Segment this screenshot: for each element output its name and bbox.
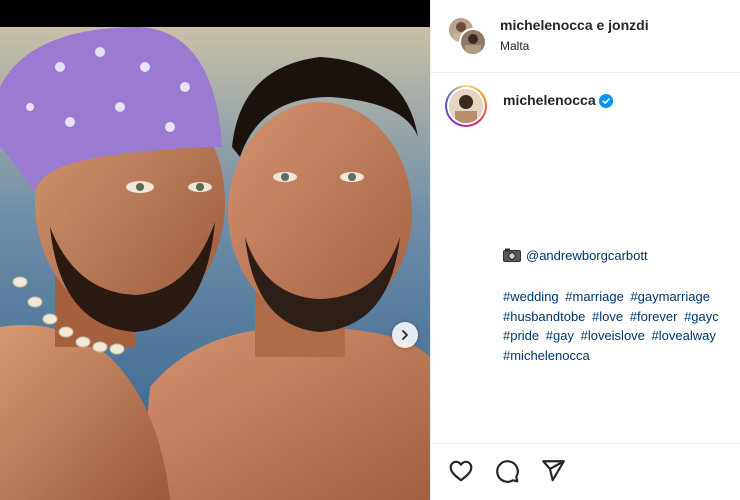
hashtag-line: #michelenocca <box>503 346 740 366</box>
hashtag-line: #wedding #marriage #gaymarriage <box>503 287 740 307</box>
comment-icon <box>496 460 519 483</box>
post-authors[interactable]: michelenocca e jonzdi <box>500 17 649 33</box>
like-button[interactable] <box>447 457 475 485</box>
author-username[interactable]: michelenocca <box>503 92 596 108</box>
post-photo[interactable] <box>0 27 430 500</box>
camera-icon <box>503 248 521 262</box>
post-header: michelenocca e jonzdi Malta <box>431 0 740 73</box>
post-image-illustration <box>0 27 430 500</box>
hashtag-link[interactable]: #gay <box>546 328 574 343</box>
hashtag-link[interactable]: #marriage <box>565 289 624 304</box>
story-ring[interactable] <box>445 85 487 127</box>
photo-credit: @andrewborgcarbott <box>503 248 648 263</box>
caption-author-row: michelenocca <box>431 85 740 129</box>
hashtag-link[interactable]: #michelenocca <box>503 348 590 363</box>
hashtag-line: #husbandtobe #love #forever #gayc <box>503 307 740 327</box>
avatar[interactable] <box>449 89 483 123</box>
collab-avatars[interactable] <box>447 16 487 56</box>
actions-divider <box>431 443 740 444</box>
verified-badge-icon <box>599 94 613 108</box>
hashtag-link[interactable]: #love <box>592 309 623 324</box>
credit-mention[interactable]: @andrewborgcarbott <box>526 248 648 263</box>
hashtag-link[interactable]: #forever <box>630 309 678 324</box>
post-location[interactable]: Malta <box>500 39 529 53</box>
heart-icon <box>449 460 473 482</box>
hashtag-link[interactable]: #husbandtobe <box>503 309 585 324</box>
hashtag-link[interactable]: #gaymarriage <box>630 289 710 304</box>
chevron-right-icon <box>402 330 408 340</box>
comment-button[interactable] <box>493 457 521 485</box>
hashtag-link[interactable]: #pride <box>503 328 539 343</box>
hashtag-link[interactable]: #wedding <box>503 289 559 304</box>
hashtag-link[interactable]: #lovealway <box>652 328 716 343</box>
post-side-panel: michelenocca e jonzdi Malta michelenocca… <box>431 0 740 500</box>
hashtag-line: #pride #gay #loveislove #lovealway <box>503 326 740 346</box>
share-icon <box>542 460 565 482</box>
next-photo-button[interactable] <box>392 322 418 348</box>
hashtags: #wedding #marriage #gaymarriage #husband… <box>503 287 740 365</box>
top-black-bar <box>0 0 430 27</box>
post-actions <box>447 457 567 487</box>
avatar[interactable] <box>459 28 487 56</box>
share-button[interactable] <box>539 457 567 485</box>
hashtag-link[interactable]: #gayc <box>684 309 719 324</box>
hashtag-link[interactable]: #loveislove <box>581 328 645 343</box>
